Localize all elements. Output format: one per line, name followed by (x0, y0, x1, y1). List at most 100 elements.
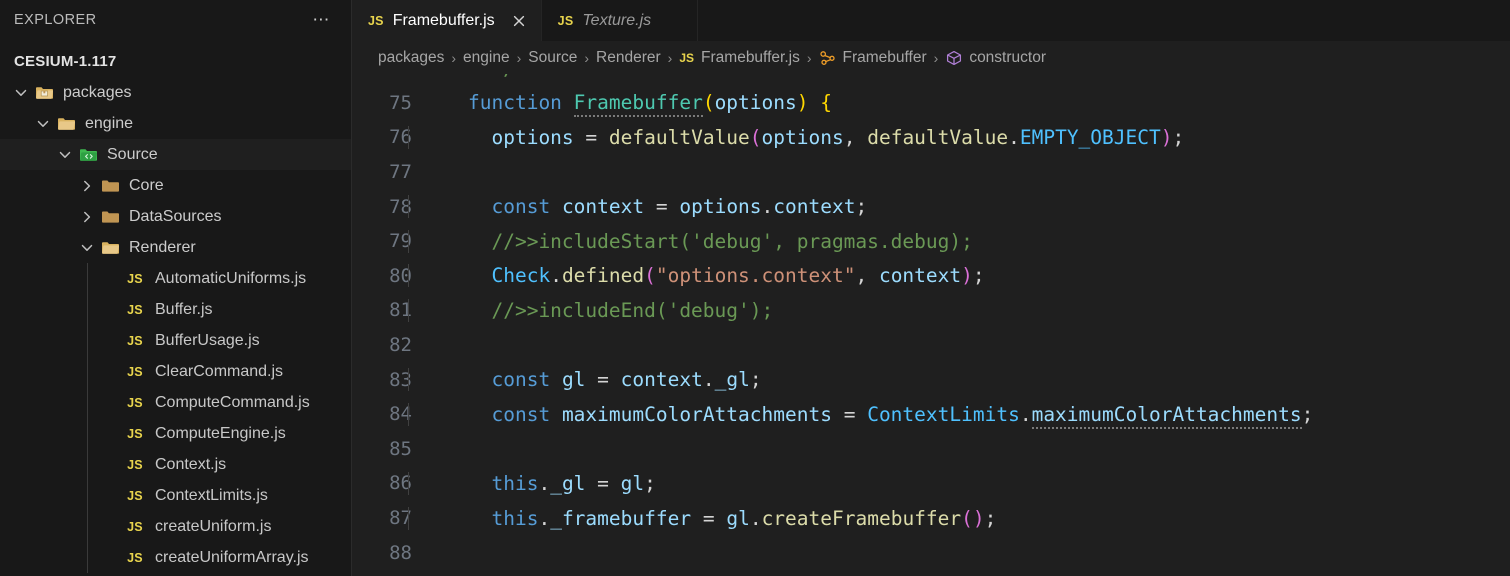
code-editor[interactable]: */75function Framebuffer(options) {76 op… (352, 74, 1510, 576)
code-line[interactable]: */ (352, 74, 1510, 86)
file-tree-file-bufferusage-js[interactable]: JS BufferUsage.js (0, 325, 351, 356)
code-token: Framebuffer (573, 91, 703, 118)
breadcrumb-separator: › (584, 49, 590, 66)
code-token: ) (961, 264, 973, 288)
file-tree-file-computecommand-js[interactable]: JS ComputeCommand.js (0, 387, 351, 418)
file-name-label: AutomaticUniforms.js (155, 269, 307, 287)
file-tree[interactable]: CESIUM-1.117 packages engine Source Core Data… (0, 40, 351, 576)
code-token: . (749, 506, 762, 530)
code-token: . (1019, 402, 1032, 426)
file-name-label: Buffer.js (155, 300, 213, 318)
breadcrumb-item-engine[interactable]: engine (463, 49, 510, 67)
file-name-label: ComputeEngine.js (155, 424, 286, 442)
breadcrumb-item-packages[interactable]: packages (378, 49, 444, 67)
tab-label: Texture.js (582, 11, 652, 29)
line-number: 76 (389, 126, 412, 149)
chevron-right-icon[interactable] (76, 178, 98, 194)
code-line[interactable]: 82 (352, 328, 1510, 363)
folder-open-icon (98, 240, 124, 256)
folder-name-label: engine (85, 114, 134, 132)
folder-icon (98, 178, 124, 194)
code-token: ContextLimits (867, 402, 1020, 426)
code-token: gl (561, 368, 586, 392)
tree-indent-guide (87, 263, 88, 294)
file-tree-file-createuniformarray-js[interactable]: JS createUniformArray.js (0, 542, 351, 573)
file-tree-file-context-js[interactable]: JS Context.js (0, 449, 351, 480)
code-line[interactable]: 81 //>>includeEnd('debug'); (352, 293, 1510, 328)
file-tree-file-createuniform-js[interactable]: JS createUniform.js (0, 511, 351, 542)
code-line[interactable]: 77 (352, 155, 1510, 190)
file-tree-folder-engine[interactable]: engine (0, 108, 351, 139)
code-line[interactable]: 80 Check.defined("options.context", cont… (352, 259, 1510, 294)
explorer-header: EXPLORER ⋯ (0, 0, 351, 40)
explorer-title: EXPLORER (14, 12, 97, 28)
code-line[interactable]: 76 options = defaultValue(options, defau… (352, 120, 1510, 155)
file-tree-folder-renderer[interactable]: Renderer (0, 232, 351, 263)
line-number: 85 (389, 437, 412, 460)
js-file-icon: JS (127, 271, 143, 286)
breadcrumb-item-constructor[interactable]: constructor (945, 49, 1046, 67)
file-name-label: createUniform.js (155, 517, 272, 535)
code-line[interactable]: 83 const gl = context._gl; (352, 362, 1510, 397)
code-lines: */75function Framebuffer(options) {76 op… (352, 74, 1510, 570)
code-line[interactable]: 75 function Framebuffer(options) { (352, 86, 1510, 121)
explorer-root-folder[interactable]: CESIUM-1.117 (0, 46, 351, 77)
file-tree-folder-source[interactable]: Source (0, 139, 351, 170)
line-content: this._framebuffer = gl.createFramebuffer… (408, 506, 996, 530)
breadcrumb-separator: › (933, 49, 939, 66)
breadcrumb-item-renderer[interactable]: Renderer (596, 49, 661, 67)
code-line[interactable]: 84 const maximumColorAttachments = Conte… (352, 397, 1510, 432)
tree-indent-guide (87, 325, 88, 356)
chevron-down-icon[interactable] (76, 240, 98, 256)
chevron-down-icon[interactable] (32, 116, 54, 132)
explorer-sidebar: EXPLORER ⋯ CESIUM-1.117 packages engine Sou… (0, 0, 352, 576)
file-tree-folder-core[interactable]: Core (0, 170, 351, 201)
code-token: options (491, 125, 574, 149)
code-line[interactable]: 79 //>>includeStart('debug', pragmas.deb… (352, 224, 1510, 259)
breadcrumb-item-framebuffer[interactable]: Framebuffer (819, 49, 927, 67)
code-token: options (714, 91, 797, 115)
chevron-right-icon[interactable] (76, 209, 98, 225)
file-tree-file-buffer-js[interactable]: JS Buffer.js (0, 294, 351, 325)
file-name-label: BufferUsage.js (155, 331, 260, 349)
code-token: . (702, 368, 715, 392)
code-line[interactable]: 87 this._framebuffer = gl.createFramebuf… (352, 501, 1510, 536)
code-line[interactable]: 78 const context = options.context; (352, 189, 1510, 224)
editor-tab-texture-js[interactable]: JS Texture.js (541, 0, 699, 41)
editor-tab-framebuffer-js[interactable]: JS Framebuffer.js (352, 0, 542, 41)
chevron-down-icon[interactable] (54, 147, 76, 163)
close-icon[interactable] (509, 11, 529, 31)
code-line[interactable]: 86 this._gl = gl; (352, 466, 1510, 501)
code-indent-guide (408, 368, 409, 392)
line-content: const gl = context._gl; (408, 368, 762, 392)
chevron-down-icon[interactable] (10, 85, 32, 101)
file-tree-file-automaticuniforms-js[interactable]: JS AutomaticUniforms.js (0, 263, 351, 294)
code-token: gl (620, 471, 645, 495)
file-tree-file-computeengine-js[interactable]: JS ComputeEngine.js (0, 418, 351, 449)
code-token: , (855, 264, 879, 288)
code-token: _gl (550, 471, 586, 495)
code-indent-guide (408, 264, 409, 288)
file-tree-folder-datasources[interactable]: DataSources (0, 201, 351, 232)
code-token: defaultValue (867, 125, 1009, 149)
breadcrumb-separator: › (516, 49, 522, 66)
line-content: //>>includeStart('debug', pragmas.debug)… (408, 229, 973, 253)
line-number: 87 (389, 507, 412, 530)
file-tree-folder-packages[interactable]: packages (0, 77, 351, 108)
folder-name-label: Source (107, 145, 158, 163)
breadcrumb-item-source[interactable]: Source (528, 49, 577, 67)
breadcrumb-item-framebuffer-js[interactable]: JS Framebuffer.js (679, 49, 799, 67)
folder-name-label: Core (129, 176, 164, 194)
js-file-icon: JS (557, 13, 574, 28)
code-token: maximumColorAttachments (561, 402, 832, 426)
tree-indent-guide (87, 418, 88, 449)
code-line[interactable]: 85 (352, 432, 1510, 467)
code-line[interactable]: 88 (352, 535, 1510, 570)
ellipsis-icon[interactable]: ⋯ (308, 11, 335, 28)
sidebar-scrollbar[interactable] (347, 0, 351, 576)
folder-engine-icon (54, 116, 80, 132)
code-token: const (491, 402, 562, 426)
file-tree-file-contextlimits-js[interactable]: JS ContextLimits.js (0, 480, 351, 511)
file-tree-file-clearcommand-js[interactable]: JS ClearCommand.js (0, 356, 351, 387)
code-token: const (491, 368, 562, 392)
